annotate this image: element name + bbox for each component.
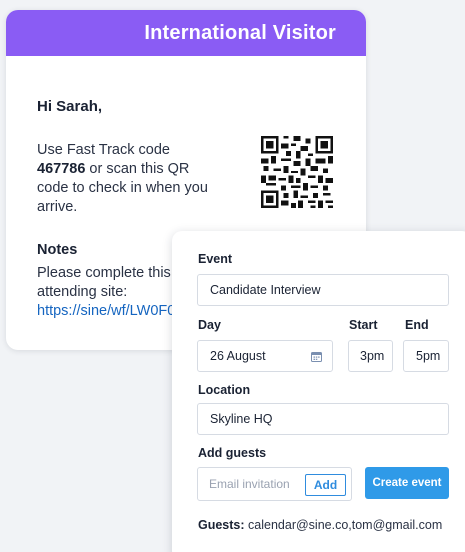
guests-prefix: Guests: — [198, 518, 245, 532]
location-label: Location — [198, 383, 251, 397]
event-input-value: Candidate Interview — [210, 283, 321, 297]
notes-text-line2: attending site: — [37, 284, 128, 300]
event-label: Event — [198, 252, 233, 266]
greeting: Hi Sarah, — [37, 98, 103, 115]
guests-list: Guests: calendar@sine.co,tom@gmail.com — [198, 518, 442, 532]
day-label: Day — [198, 318, 221, 332]
guest-email-placeholder: Email invitation — [209, 477, 290, 491]
start-input-value: 3pm — [360, 349, 385, 363]
notes-link[interactable]: https://sine/wf/LW0F0 — [37, 303, 175, 319]
start-input[interactable]: 3pm — [348, 340, 393, 372]
end-input-value: 5pm — [416, 349, 441, 363]
add-guests-label: Add guests — [198, 446, 267, 460]
location-input[interactable]: Skyline HQ — [197, 403, 449, 435]
fasttrack-prefix: Use Fast Track code — [37, 142, 170, 158]
visitor-card-header: International Visitor — [6, 10, 366, 56]
notes-text-line1: Please complete this — [37, 265, 171, 281]
create-event-button[interactable]: Create event — [365, 467, 449, 499]
location-input-value: Skyline HQ — [210, 412, 273, 426]
guest-email-input[interactable]: Email invitation Add — [197, 467, 352, 501]
day-input[interactable]: 26 August — [197, 340, 333, 372]
end-label: End — [405, 318, 429, 332]
fasttrack-code: 467786 — [37, 161, 86, 177]
qr-code-icon — [261, 136, 333, 208]
day-input-value: 26 August — [210, 349, 266, 363]
fasttrack-instructions: Use Fast Track code 467786 or scan this … — [37, 141, 217, 217]
end-input[interactable]: 5pm — [403, 340, 449, 372]
notes-text: Please complete this attending site: — [37, 264, 171, 302]
event-form-card: Event Candidate Interview Day Start End … — [172, 231, 465, 552]
visitor-card-title: International Visitor — [144, 21, 336, 44]
add-guest-button[interactable]: Add — [305, 474, 346, 496]
calendar-icon[interactable] — [311, 351, 322, 362]
guests-value: calendar@sine.co,tom@gmail.com — [248, 518, 443, 532]
start-label: Start — [349, 318, 378, 332]
notes-title: Notes — [37, 242, 78, 258]
event-input[interactable]: Candidate Interview — [197, 274, 449, 306]
